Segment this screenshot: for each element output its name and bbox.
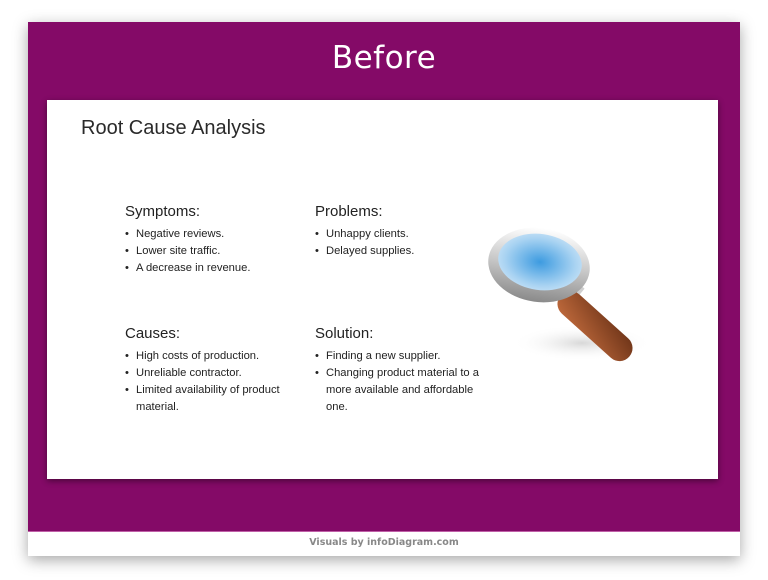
footer-credit: Visuals by infoDiagram.com: [309, 537, 459, 548]
list-item: Finding a new supplier.: [315, 348, 485, 365]
list-item: Negative reviews.: [125, 226, 305, 243]
section-heading: Causes:: [125, 325, 181, 342]
card-title: Root Cause Analysis: [81, 117, 266, 139]
list-item: Changing product material to a more avai…: [315, 365, 485, 416]
list-item: Unreliable contractor.: [125, 365, 305, 382]
section-heading: Solution:: [315, 325, 374, 342]
list-item: Delayed supplies.: [315, 243, 495, 260]
list-item: Limited availability of product material…: [125, 382, 305, 416]
section-heading: Symptoms:: [125, 203, 201, 220]
solution-section: Solution: Finding a new supplier. Changi…: [315, 325, 485, 416]
content-card: Root Cause Analysis Symptoms: Negative r…: [47, 100, 718, 479]
list-item: A decrease in revenue.: [125, 260, 305, 277]
problems-section: Problems: Unhappy clients. Delayed suppl…: [315, 203, 495, 260]
slide: Before Root Cause Analysis Symptoms: Neg…: [28, 22, 740, 556]
list-item: Unhappy clients.: [315, 226, 495, 243]
list-item: Lower site traffic.: [125, 243, 305, 260]
list-item: High costs of production.: [125, 348, 305, 365]
slide-title: Before: [331, 40, 437, 76]
magnifying-glass-icon: [488, 227, 652, 362]
causes-section: Causes: High costs of production. Unreli…: [125, 325, 305, 416]
section-heading: Problems:: [315, 203, 383, 220]
symptoms-section: Symptoms: Negative reviews. Lower site t…: [125, 203, 305, 277]
